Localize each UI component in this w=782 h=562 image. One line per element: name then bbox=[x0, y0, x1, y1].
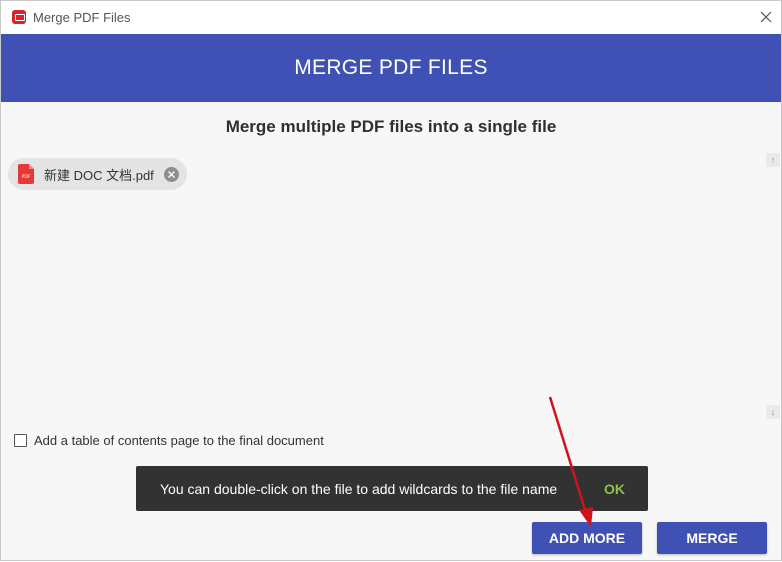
title-bar: Merge PDF Files bbox=[1, 1, 781, 34]
toc-checkbox[interactable] bbox=[14, 434, 27, 447]
merge-button[interactable]: MERGE bbox=[657, 522, 767, 554]
file-list[interactable]: PDF 新建 DOC 文档.pdf bbox=[5, 151, 763, 421]
add-more-button[interactable]: ADD MORE bbox=[532, 522, 642, 554]
remove-file-icon bbox=[167, 170, 175, 178]
file-name: 新建 DOC 文档.pdf bbox=[44, 167, 154, 183]
svg-text:PDF: PDF bbox=[22, 174, 31, 180]
file-list-scrollbar[interactable]: ↑ ↓ bbox=[766, 153, 780, 421]
page-subtitle: Merge multiple PDF files into a single f… bbox=[225, 117, 557, 136]
scroll-down-icon[interactable]: ↓ bbox=[766, 405, 780, 419]
close-button[interactable] bbox=[753, 5, 779, 29]
remove-file-button[interactable] bbox=[163, 166, 179, 182]
close-icon bbox=[760, 11, 772, 23]
scroll-up-icon[interactable]: ↑ bbox=[766, 153, 780, 167]
snackbar-ok-button[interactable]: OK bbox=[604, 481, 625, 497]
toc-option[interactable]: Add a table of contents page to the fina… bbox=[14, 433, 324, 448]
toc-label: Add a table of contents page to the fina… bbox=[34, 433, 324, 448]
snackbar: You can double-click on the file to add … bbox=[136, 466, 648, 511]
file-chip[interactable]: PDF 新建 DOC 文档.pdf bbox=[8, 158, 187, 190]
merge-pdf-window: Merge PDF Files MERGE PDF FILES Merge mu… bbox=[0, 0, 782, 561]
snackbar-message: You can double-click on the file to add … bbox=[160, 480, 558, 497]
app-logo-icon bbox=[12, 10, 26, 24]
pdf-file-icon: PDF bbox=[18, 164, 34, 184]
header-title: MERGE PDF FILES bbox=[294, 56, 488, 79]
header-banner: MERGE PDF FILES bbox=[1, 34, 781, 102]
window-title: Merge PDF Files bbox=[33, 10, 131, 25]
